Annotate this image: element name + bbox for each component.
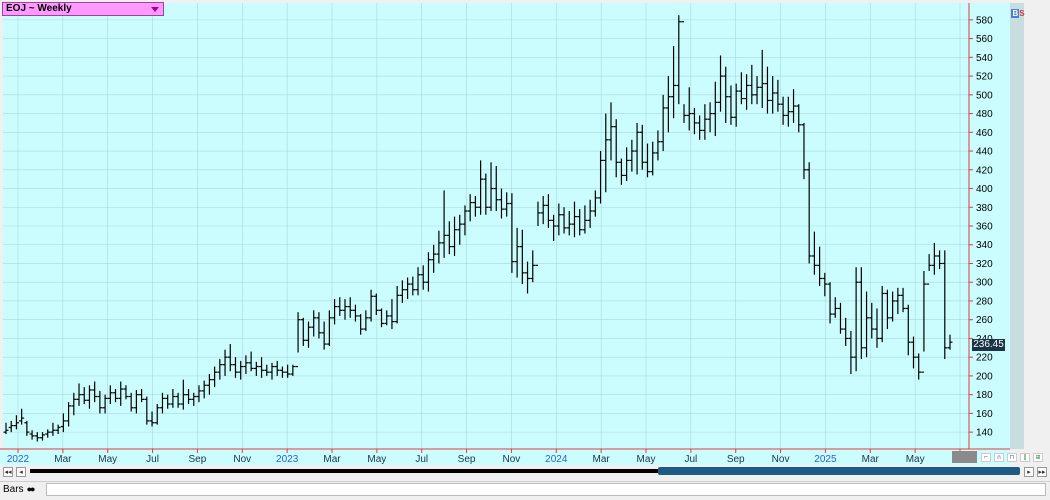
month-label: May [906,454,925,465]
symbol-selector[interactable]: EOJ ~ Weekly [2,2,164,16]
draw-tool-icon[interactable]: ⌐ [981,453,991,462]
price-tick-label: 540 [976,53,993,64]
price-tick-label: 180 [976,390,993,401]
price-tick-label: 300 [976,278,993,289]
price-tick-label: 520 [976,72,993,83]
tab-bars[interactable]: Bars ●● [3,483,43,496]
month-label: Nov [503,454,521,465]
year-label: 2025 [814,454,837,465]
price-tick-label: 360 [976,222,993,233]
scroll-end-icon[interactable]: ▸▸ [1037,467,1047,477]
price-tick-label: 340 [976,240,993,251]
month-label: Jul [415,454,428,465]
month-label: May [98,454,117,465]
grid-tool-icon[interactable]: ⊞ [1033,453,1043,462]
year-label: 2024 [545,454,568,465]
month-label: Sep [458,454,476,465]
month-label: Nov [772,454,790,465]
last-price-tag: 236.45 [972,339,1005,351]
month-label: Mar [593,454,611,465]
tab-bars-dots-icon: ●● [26,484,36,494]
time-axis-corner [952,451,977,463]
h-tool-icon[interactable]: ⊓ [1007,453,1017,462]
price-tick-label: 580 [976,15,993,26]
price-tick-label: 480 [976,109,993,120]
year-label: 2022 [7,454,30,465]
price-tick-label: 460 [976,128,993,139]
price-tick-label: 560 [976,34,993,45]
link-tool-icon[interactable]: ∩ [994,453,1004,462]
month-label: Jul [684,454,697,465]
scrollbar-thumb[interactable] [658,467,1020,475]
price-tick-label: 440 [976,147,993,158]
price-tick-label: 220 [976,353,993,364]
right-side-strip [1010,3,1024,449]
month-label: May [367,454,386,465]
status-field [46,483,1046,496]
buy-sell-icon[interactable]: BS [1011,8,1025,19]
month-label: Sep [727,454,745,465]
ohlc-chart: 1401601802002202402602803003203403603804… [0,3,1010,465]
month-label: Sep [189,454,207,465]
month-label: May [637,454,656,465]
month-label: Mar [323,454,341,465]
price-tick-label: 380 [976,203,993,214]
month-label: Mar [54,454,72,465]
price-tick-label: 320 [976,259,993,270]
price-tick-label: 160 [976,409,993,420]
symbol-label: EOJ ~ Weekly [6,3,72,14]
sell-icon-letter: S [1019,9,1025,18]
year-label: 2023 [276,454,299,465]
chevron-down-icon[interactable] [151,7,159,12]
tab-bars-label: Bars [3,484,24,495]
month-label: Jul [146,454,159,465]
price-tick-label: 400 [976,184,993,195]
price-tick-label: 260 [976,315,993,326]
scroll-left-icon[interactable]: ◂ [16,467,26,477]
price-tick-label: 200 [976,371,993,382]
price-tick-label: 420 [976,165,993,176]
price-tick-label: 500 [976,90,993,101]
scroll-start-icon[interactable]: ◂◂ [3,467,13,477]
price-tick-label: 280 [976,296,993,307]
month-label: Mar [862,454,880,465]
price-tick-label: 140 [976,428,993,439]
hline-tool-icon[interactable]: ‖ [1020,453,1030,462]
month-label: Nov [233,454,251,465]
scroll-right-icon[interactable]: ▸ [1024,467,1034,477]
